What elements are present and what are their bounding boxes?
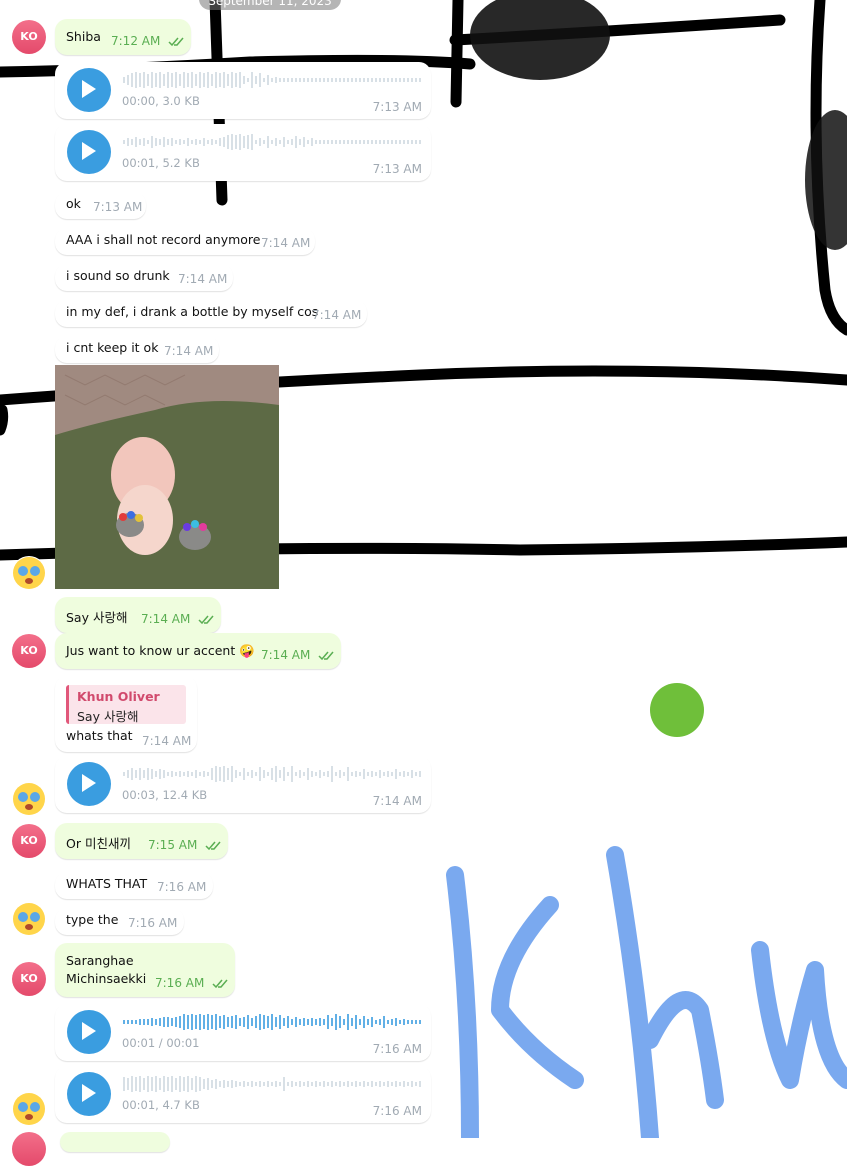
play-button[interactable] bbox=[67, 130, 111, 174]
message-time: 7:14 AM bbox=[261, 648, 311, 662]
message-time: 7:12 AM bbox=[111, 34, 161, 48]
message-text: Shiba bbox=[66, 29, 101, 44]
message-bubble[interactable] bbox=[60, 1132, 170, 1152]
avatar[interactable]: KO bbox=[12, 962, 46, 996]
reply-text: Say 사랑해 bbox=[77, 709, 139, 724]
message-time: 7:16 AM bbox=[372, 1104, 422, 1118]
message-bubble[interactable]: WHATS THAT 7:16 AM bbox=[55, 872, 213, 899]
avatar[interactable] bbox=[12, 1092, 46, 1126]
avatar[interactable] bbox=[12, 902, 46, 936]
message-bubble[interactable]: ok 7:13 AM bbox=[55, 192, 146, 219]
message-time: 7:16 AM bbox=[157, 880, 207, 894]
voice-message[interactable]: 00:03, 12.4 KB 7:14 AM bbox=[55, 756, 431, 813]
message-time: 7:16 AM bbox=[372, 1042, 422, 1056]
message-bubble[interactable]: Shiba 7:12 AM bbox=[55, 19, 191, 55]
message-text: in my def, i drank a bottle by myself co… bbox=[66, 304, 319, 319]
message-text: Jus want to know ur accent 🤪 bbox=[66, 643, 255, 658]
voice-message[interactable]: 00:01, 5.2 KB 7:13 AM bbox=[55, 124, 431, 181]
play-icon bbox=[82, 80, 96, 98]
message-bubble[interactable]: Saranghae Michinsaekki 7:16 AM bbox=[55, 943, 235, 997]
message-text: i sound so drunk bbox=[66, 268, 170, 283]
double-check-icon bbox=[318, 651, 334, 660]
message-text: Saranghae bbox=[66, 953, 134, 968]
message-bubble[interactable]: i cnt keep it ok 7:14 AM bbox=[55, 336, 219, 363]
voice-message[interactable]: 00:01, 4.7 KB 7:16 AM bbox=[55, 1066, 431, 1123]
message-time: 7:14 AM bbox=[178, 272, 228, 286]
waveform bbox=[123, 766, 421, 782]
kitten-photo bbox=[55, 365, 279, 589]
double-check-icon bbox=[168, 37, 184, 46]
avatar[interactable] bbox=[12, 782, 46, 816]
message-time: 7:14 AM bbox=[142, 734, 192, 748]
voice-meta: 00:01 / 00:01 bbox=[122, 1036, 200, 1050]
message-time: 7:14 AM bbox=[261, 236, 311, 250]
message-bubble[interactable]: Say 사랑해 7:14 AM bbox=[55, 597, 221, 633]
reply-message[interactable]: Khun Oliver Say 사랑해 whats that 7:14 AM bbox=[55, 676, 197, 752]
message-time: 7:13 AM bbox=[372, 100, 422, 114]
message-bubble[interactable]: Or 미친새끼 7:15 AM bbox=[55, 823, 228, 859]
play-button[interactable] bbox=[67, 1010, 111, 1054]
play-button[interactable] bbox=[67, 68, 111, 112]
waveform bbox=[123, 1014, 421, 1030]
avatar[interactable]: KO bbox=[12, 824, 46, 858]
play-button[interactable] bbox=[67, 1072, 111, 1116]
message-time: 7:14 AM bbox=[372, 794, 422, 808]
message-bubble[interactable]: AAA i shall not record anymore 7:14 AM bbox=[55, 228, 315, 255]
voice-message[interactable]: 00:00, 3.0 KB 7:13 AM bbox=[55, 62, 431, 119]
voice-message[interactable]: 00:01 / 00:01 7:16 AM bbox=[55, 1004, 431, 1061]
avatar[interactable] bbox=[12, 556, 46, 590]
message-text: Say 사랑해 bbox=[66, 610, 128, 625]
waveform bbox=[123, 72, 421, 88]
message-text: Or 미친새끼 bbox=[66, 836, 131, 851]
message-text: Michinsaekki bbox=[66, 971, 147, 986]
message-text: ok bbox=[66, 196, 81, 211]
voice-meta: 00:01, 4.7 KB bbox=[122, 1098, 200, 1112]
message-time: 7:13 AM bbox=[93, 200, 143, 214]
photo-message[interactable] bbox=[55, 365, 279, 589]
message-text: i cnt keep it ok bbox=[66, 340, 159, 355]
message-bubble[interactable]: type the 7:16 AM bbox=[55, 908, 184, 935]
message-time: 7:13 AM bbox=[372, 162, 422, 176]
message-bubble[interactable]: Jus want to know ur accent 🤪 7:14 AM bbox=[55, 633, 341, 669]
avatar[interactable]: KO bbox=[12, 20, 46, 54]
play-button[interactable] bbox=[67, 762, 111, 806]
reply-quote[interactable]: Khun Oliver Say 사랑해 bbox=[66, 685, 186, 724]
play-icon bbox=[82, 1084, 96, 1102]
message-time: 7:16 AM bbox=[128, 916, 178, 930]
double-check-icon bbox=[205, 841, 221, 850]
message-time: 7:16 AM bbox=[155, 976, 205, 990]
date-pill: September 11, 2023 bbox=[199, 0, 341, 10]
message-text: AAA i shall not record anymore bbox=[66, 232, 261, 247]
message-text: type the bbox=[66, 912, 119, 927]
message-time: 7:14 AM bbox=[141, 612, 191, 626]
avatar[interactable]: KO bbox=[12, 634, 46, 668]
message-time: 7:15 AM bbox=[148, 838, 198, 852]
message-bubble[interactable]: in my def, i drank a bottle by myself co… bbox=[55, 300, 367, 327]
voice-meta: 00:00, 3.0 KB bbox=[122, 94, 200, 108]
message-time: 7:14 AM bbox=[164, 344, 214, 358]
play-icon bbox=[82, 142, 96, 160]
avatar[interactable] bbox=[12, 1132, 46, 1166]
play-icon bbox=[82, 774, 96, 792]
voice-meta: 00:03, 12.4 KB bbox=[122, 788, 208, 802]
play-icon bbox=[82, 1022, 96, 1040]
message-text: whats that bbox=[66, 728, 133, 743]
waveform bbox=[123, 1076, 421, 1092]
message-bubble[interactable]: i sound so drunk 7:14 AM bbox=[55, 264, 233, 291]
message-time: 7:14 AM bbox=[312, 308, 362, 322]
double-check-icon bbox=[198, 615, 214, 624]
double-check-icon bbox=[212, 979, 228, 988]
waveform bbox=[123, 134, 421, 150]
message-text: WHATS THAT bbox=[66, 876, 148, 891]
voice-meta: 00:01, 5.2 KB bbox=[122, 156, 200, 170]
reply-author: Khun Oliver bbox=[77, 689, 160, 704]
